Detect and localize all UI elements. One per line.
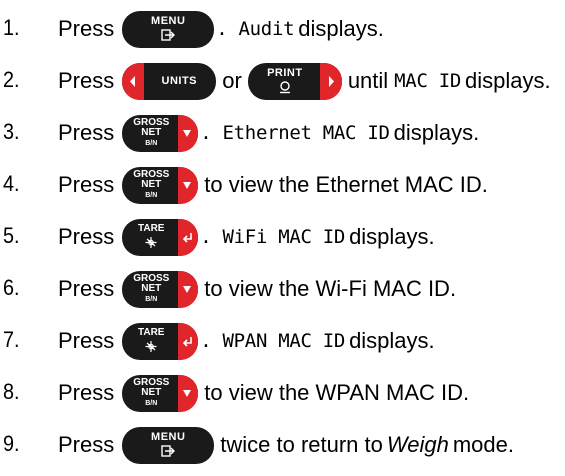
menu-exit-icon <box>122 28 214 41</box>
step-text: displays. <box>393 120 480 145</box>
until-text: until <box>347 68 389 93</box>
tare-key-icon: TARE <box>122 322 199 360</box>
step-7: 7. Press TARE . WPAN MAC ID displays. <box>0 317 565 365</box>
press-label: Press <box>58 328 115 353</box>
gross-net-key-icon: GROSS NET B/N <box>122 374 199 412</box>
step-4-content: Press GROSS NET B/N to view the Ethernet… <box>58 161 488 209</box>
press-label: Press <box>58 276 115 301</box>
step-2: 2. Press UNITS or PRINT until MAC ID dis… <box>0 57 565 105</box>
step-4: 4. Press GROSS NET B/N to view the Ether… <box>0 161 565 209</box>
display-text: . Ethernet MAC ID <box>200 122 390 144</box>
step-5-content: Press TARE . WiFi MAC ID displays. <box>58 213 435 261</box>
step-6-content: Press GROSS NET B/N to view the Wi-Fi MA… <box>58 265 456 313</box>
step-7-content: Press TARE . WPAN MAC ID displays. <box>58 317 435 365</box>
print-key-icon: PRINT <box>247 62 342 100</box>
press-label: Press <box>58 224 115 249</box>
display-text: . WiFi MAC ID <box>200 226 346 248</box>
display-text: . WPAN MAC ID <box>200 330 346 352</box>
down-arrow-icon <box>178 114 199 152</box>
bn-label: B/N <box>145 139 158 147</box>
weigh-mode-text: Weigh <box>386 432 449 457</box>
tare-key-icon: TARE <box>122 218 199 256</box>
step-text-pre: twice to return to <box>220 432 383 457</box>
step-text: to view the WPAN MAC ID. <box>204 380 470 405</box>
gross-net-key-icon: GROSS NET B/N <box>122 166 199 204</box>
step-1: 1. Press MENU . Audit displays. <box>0 5 565 53</box>
step-9-content: Press MENU twice to return to Weigh mode… <box>58 421 514 469</box>
net-label: NET <box>141 282 162 294</box>
step-number: 1. <box>3 15 20 40</box>
down-arrow-icon <box>178 166 199 204</box>
step-text-post: mode. <box>452 432 515 457</box>
step-number: 9. <box>3 431 20 456</box>
tare-weight-icon <box>122 340 180 353</box>
bn-label: B/N <box>145 191 158 199</box>
step-number: 2. <box>3 67 20 92</box>
left-arrow-icon <box>122 62 145 100</box>
right-arrow-icon <box>319 62 342 100</box>
print-key-label: PRINT <box>267 66 303 79</box>
menu-key-icon: MENU <box>122 10 215 48</box>
net-label: NET <box>141 126 162 138</box>
step-number: 4. <box>3 171 20 196</box>
step-number: 6. <box>3 275 20 300</box>
display-text: . Audit <box>216 18 295 40</box>
step-8-content: Press GROSS NET B/N to view the WPAN MAC… <box>58 369 469 417</box>
units-key-label: UNITS <box>161 74 197 87</box>
gross-label: GROSS <box>133 376 170 388</box>
press-label: Press <box>58 172 115 197</box>
gross-label: GROSS <box>133 116 170 128</box>
gross-label: GROSS <box>133 272 170 284</box>
menu-key-label: MENU <box>151 430 186 443</box>
gross-net-key-icon: GROSS NET B/N <box>122 270 199 308</box>
down-arrow-icon <box>178 270 199 308</box>
units-key-icon: UNITS <box>122 62 217 100</box>
bn-label: B/N <box>145 295 158 303</box>
step-number: 5. <box>3 223 20 248</box>
menu-exit-icon <box>122 444 214 457</box>
step-text: displays. <box>298 16 384 41</box>
step-5: 5. Press TARE . WiFi MAC ID displays. <box>0 213 565 261</box>
tare-label: TARE <box>138 222 165 234</box>
down-arrow-icon <box>178 374 199 412</box>
display-text: MAC ID <box>394 70 462 92</box>
menu-key-icon: MENU <box>122 426 215 464</box>
step-8: 8. Press GROSS NET B/N to view the WPAN … <box>0 369 565 417</box>
step-1-content: Press MENU . Audit displays. <box>58 5 384 53</box>
step-number: 8. <box>3 379 20 404</box>
press-label: Press <box>58 16 115 41</box>
step-text: displays. <box>465 68 551 93</box>
step-text: to view the Ethernet MAC ID. <box>204 172 488 197</box>
or-text: or <box>222 68 242 93</box>
step-3-content: Press GROSS NET B/N . Ethernet MAC ID di… <box>58 109 479 157</box>
step-number: 3. <box>3 119 20 144</box>
net-label: NET <box>141 178 162 190</box>
enter-arrow-icon <box>178 322 199 360</box>
net-label: NET <box>141 386 162 398</box>
print-zero-icon <box>248 80 322 94</box>
press-label: Press <box>58 432 115 457</box>
step-number: 7. <box>3 327 20 352</box>
press-label: Press <box>58 68 115 93</box>
gross-net-key-icon: GROSS NET B/N <box>122 114 199 152</box>
tare-weight-icon <box>122 236 180 249</box>
press-label: Press <box>58 380 115 405</box>
step-9: 9. Press MENU twice to return to Weigh m… <box>0 421 565 469</box>
step-text: displays. <box>349 328 435 353</box>
step-3: 3. Press GROSS NET B/N . Ethernet MAC ID… <box>0 109 565 157</box>
gross-label: GROSS <box>133 168 170 180</box>
step-2-content: Press UNITS or PRINT until MAC ID displa… <box>58 57 551 105</box>
step-text: to view the Wi-Fi MAC ID. <box>204 276 457 301</box>
bn-label: B/N <box>145 399 158 407</box>
step-6: 6. Press GROSS NET B/N to view the Wi-Fi… <box>0 265 565 313</box>
tare-label: TARE <box>138 326 165 338</box>
press-label: Press <box>58 120 115 145</box>
menu-key-label: MENU <box>151 14 186 27</box>
step-text: displays. <box>349 224 435 249</box>
enter-arrow-icon <box>178 218 199 256</box>
